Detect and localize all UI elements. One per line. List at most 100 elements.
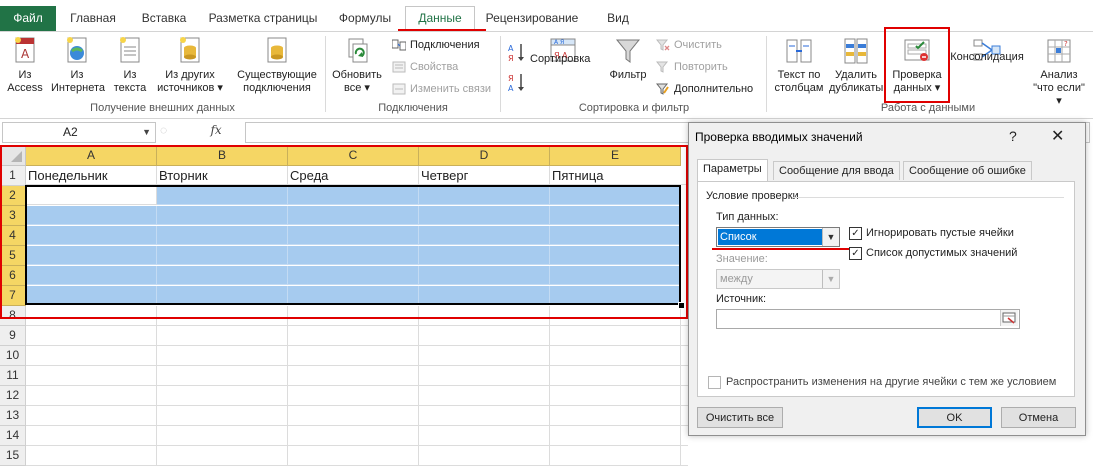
existing-connections-button[interactable]: Существующие подключения <box>232 36 322 95</box>
row-header[interactable]: 9 <box>0 326 26 346</box>
refresh-all-button[interactable]: Обновить все ▾ <box>328 36 386 95</box>
cancel-button[interactable]: Отмена <box>1001 407 1076 428</box>
row-header[interactable]: 14 <box>0 426 26 446</box>
remove-duplicates-icon <box>844 38 868 64</box>
allow-value: Список <box>718 229 822 245</box>
remove-duplicates-label: Удалить дубликаты <box>829 69 884 94</box>
row-header[interactable]: 12 <box>0 386 26 406</box>
sort-button[interactable]: А ЯЯ А Сортировка <box>530 36 596 66</box>
chevron-down-icon[interactable]: ▼ <box>142 123 151 142</box>
clear-filter-label: Очистить <box>674 39 722 51</box>
reapply-filter-button[interactable]: Повторить <box>656 60 728 76</box>
from-text-button[interactable]: Из текста <box>108 36 152 95</box>
allow-label: Тип данных: <box>716 211 779 223</box>
filter-funnel-icon <box>615 39 641 63</box>
consolidate-label: Консолидация <box>950 51 1024 63</box>
close-icon[interactable]: ✕ <box>1051 126 1064 146</box>
advanced-filter-label: Дополнительно <box>674 83 754 95</box>
text-to-columns-button[interactable]: Текст по столбцам <box>770 36 828 95</box>
consolidate-button[interactable]: Консолидация <box>948 36 1026 64</box>
properties-button[interactable]: Свойства <box>392 60 458 76</box>
row-header[interactable]: 10 <box>0 346 26 366</box>
data-operator-dropdown[interactable]: между ▼ <box>716 269 840 289</box>
tab-error-alert[interactable]: Сообщение об ошибке <box>903 161 1032 180</box>
svg-text:?: ? <box>1064 40 1068 48</box>
ignore-blank-label: Игнорировать пустые ячейки <box>866 227 1014 239</box>
tab-view[interactable]: Вид <box>598 7 638 31</box>
tab-input-message[interactable]: Сообщение для ввода <box>773 161 900 180</box>
sort-label: Сортировка <box>530 53 591 65</box>
other-sources-icon <box>180 37 200 63</box>
svg-text:А Я: А Я <box>554 39 564 46</box>
data-operator-label: Значение: <box>716 253 768 265</box>
svg-text:А: А <box>508 84 514 92</box>
empty-cells-area[interactable] <box>26 306 688 466</box>
connections-icon <box>392 39 406 51</box>
edit-links-label: Изменить связи <box>410 83 492 95</box>
text-to-columns-label: Текст по столбцам <box>774 69 824 94</box>
allow-dropdown[interactable]: Список ▼ <box>716 227 840 247</box>
remove-duplicates-button[interactable]: Удалить дубликаты <box>828 36 884 95</box>
existing-connections-icon <box>267 37 287 63</box>
source-input[interactable] <box>716 309 1020 329</box>
data-validation-dialog: Проверка вводимых значений ? ✕ Параметры… <box>688 122 1086 436</box>
data-operator-value: между <box>720 273 753 285</box>
sort-az-icon: АЯ <box>508 44 524 63</box>
refresh-icon <box>348 38 368 63</box>
tab-review[interactable]: Рецензирование <box>480 7 584 31</box>
from-web-button[interactable]: Из Интернета <box>48 36 106 95</box>
from-access-button[interactable]: A Из Access <box>2 36 48 95</box>
tab-formulas[interactable]: Формулы <box>332 7 398 31</box>
clear-filter-icon <box>656 39 670 51</box>
tab-file[interactable]: Файл <box>0 6 56 31</box>
existing-connections-label: Существующие подключения <box>237 69 317 94</box>
clear-all-button[interactable]: Очистить все <box>697 407 783 428</box>
web-globe-icon <box>67 37 87 63</box>
chevron-down-icon[interactable]: ▼ <box>822 228 839 246</box>
what-if-analysis-icon: ? <box>1047 39 1071 63</box>
clear-filter-button[interactable]: Очистить <box>656 38 722 54</box>
svg-text:Я: Я <box>508 54 514 62</box>
edit-links-button[interactable]: Изменить связи <box>392 82 491 98</box>
dialog-title: Проверка вводимых значений <box>695 130 863 144</box>
connections-button[interactable]: Подключения <box>392 38 480 54</box>
tab-insert[interactable]: Вставка <box>134 7 194 31</box>
reapply-filter-label: Повторить <box>674 61 728 73</box>
advanced-filter-button[interactable]: Дополнительно <box>656 82 753 98</box>
insert-function-icon[interactable]: fx <box>210 123 221 137</box>
apply-all-checkbox[interactable] <box>708 376 721 389</box>
tab-settings[interactable]: Параметры <box>697 159 768 181</box>
external-data-group-label: Получение внешних данных <box>90 102 235 114</box>
refresh-all-label: Обновить все ▾ <box>332 69 382 94</box>
chevron-down-icon[interactable]: ▼ <box>822 270 839 288</box>
sort-za-button[interactable]: ЯА <box>508 72 528 93</box>
tab-page-layout[interactable]: Разметка страницы <box>204 7 322 31</box>
tab-home[interactable]: Главная <box>62 7 124 31</box>
range-picker-button[interactable] <box>1000 310 1018 326</box>
edit-links-icon <box>392 83 406 95</box>
allow-annotation <box>712 248 852 250</box>
formula-controls: ◌ fx <box>160 123 222 137</box>
filter-button[interactable]: Фильтр <box>604 36 652 82</box>
reapply-filter-icon <box>656 61 669 73</box>
access-db-icon: A <box>15 37 35 63</box>
from-text-label: Из текста <box>113 69 147 94</box>
help-icon[interactable]: ? <box>1009 128 1017 144</box>
ignore-blank-checkbox[interactable]: ✓ <box>849 227 862 240</box>
group-divider <box>792 197 1064 198</box>
data-tools-group-label: Работа с данными <box>880 102 976 114</box>
row-header[interactable]: 15 <box>0 446 26 466</box>
group-separator <box>325 36 326 112</box>
name-box[interactable]: A2 ▼ <box>2 122 156 143</box>
settings-panel: Условие проверки Тип данных: Список ▼ ✓ … <box>697 181 1075 397</box>
formula-grip-icon: ◌ <box>160 123 168 137</box>
what-if-analysis-button[interactable]: ? Анализ "что если" ▾ <box>1028 36 1090 108</box>
group-separator <box>500 36 501 112</box>
sort-az-button[interactable]: АЯ <box>508 42 528 63</box>
from-other-sources-button[interactable]: Из других источников ▾ <box>152 36 228 95</box>
ok-button[interactable]: OK <box>917 407 992 428</box>
in-cell-dropdown-checkbox[interactable]: ✓ <box>849 247 862 260</box>
row-header[interactable]: 11 <box>0 366 26 386</box>
row-header[interactable]: 13 <box>0 406 26 426</box>
collapse-dialog-icon <box>1002 312 1016 324</box>
